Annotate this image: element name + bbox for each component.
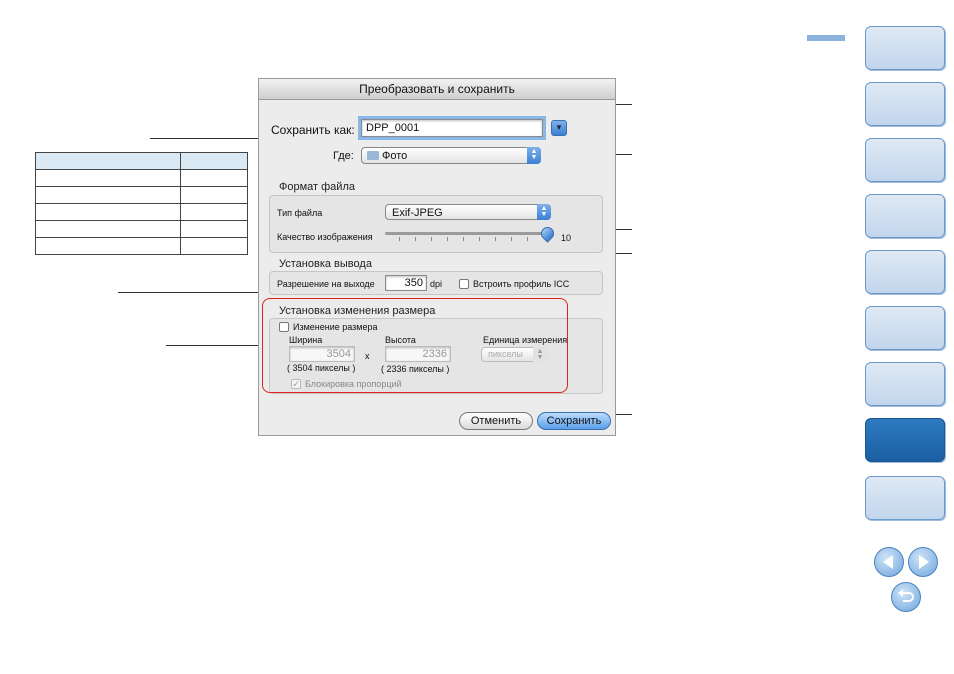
table-row (35, 237, 248, 255)
table-row (35, 169, 248, 187)
where-label: Где: (333, 150, 354, 162)
file-name-input[interactable]: DPP_0001 (358, 116, 546, 140)
embed-icc-label: Встроить профиль ICC (473, 279, 570, 289)
dialog-title: Преобразовать и сохранить (259, 79, 615, 100)
nav-tab-4[interactable] (865, 194, 945, 238)
save-as-label: Сохранить как: (271, 123, 355, 137)
nav-tab-3[interactable] (865, 138, 945, 182)
section-indicator (807, 35, 845, 41)
return-icon (898, 589, 914, 602)
nav-tab-6[interactable] (865, 306, 945, 350)
resolution-input[interactable]: 350 (385, 275, 427, 291)
quality-label: Качество изображения (277, 232, 373, 242)
output-section-title: Установка вывода (279, 258, 372, 270)
quality-value: 10 (561, 233, 572, 243)
previous-page-button[interactable] (874, 547, 904, 577)
file-type-value: Exif-JPEG (392, 207, 443, 219)
nav-tab-1[interactable] (865, 26, 945, 70)
resolution-unit: dpi (430, 279, 443, 289)
embed-icc-checkbox[interactable] (459, 279, 469, 289)
nav-tab-7[interactable] (865, 362, 945, 406)
return-button[interactable] (891, 582, 921, 612)
expand-dialog-button[interactable]: ▼ (551, 120, 567, 136)
chevron-down-icon: ▼ (555, 123, 563, 132)
next-page-button[interactable] (908, 547, 938, 577)
arrow-left-icon (883, 555, 893, 569)
file-format-section-title: Формат файла (279, 181, 355, 193)
updown-arrows-icon: ▲ ▼ (527, 147, 541, 164)
table-row (35, 186, 248, 204)
resize-highlight-box (262, 298, 568, 393)
table-row (35, 203, 248, 221)
folder-select-value: Фото (382, 150, 408, 162)
resolution-label: Разрешение на выходе (277, 279, 375, 289)
file-type-label: Тип файла (277, 208, 323, 218)
table-header-row (35, 152, 248, 170)
save-button[interactable]: Сохранить (537, 412, 611, 430)
arrow-right-icon (919, 555, 929, 569)
callout-line (166, 345, 262, 346)
nav-tab-8[interactable] (865, 418, 945, 462)
folder-select[interactable]: Фото ▲ ▼ (361, 147, 541, 164)
nav-tab-9[interactable] (865, 476, 945, 520)
table-row (35, 220, 248, 238)
nav-tab-5[interactable] (865, 250, 945, 294)
folder-icon (367, 151, 379, 160)
nav-tab-2[interactable] (865, 82, 945, 126)
cancel-button[interactable]: Отменить (459, 412, 533, 430)
file-type-select[interactable]: Exif-JPEG ▲ ▼ (385, 204, 551, 220)
updown-arrows-icon: ▲ ▼ (537, 204, 551, 220)
quality-slider[interactable] (385, 232, 547, 235)
reference-table (35, 152, 248, 255)
